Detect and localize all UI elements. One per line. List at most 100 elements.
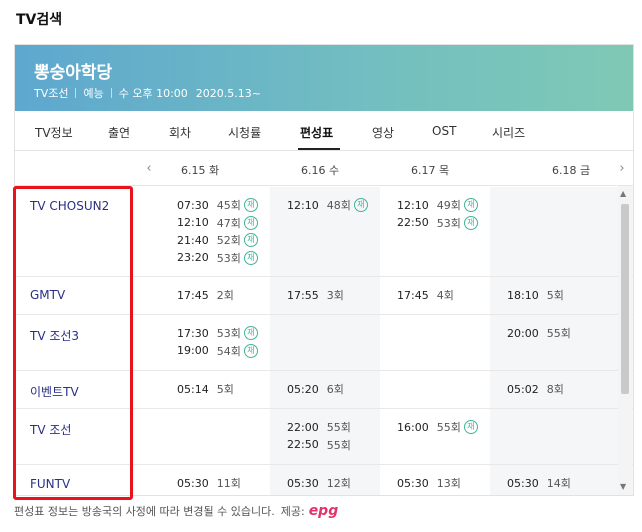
channel-cell: FUNTV	[15, 465, 132, 495]
airing-entry[interactable]: 12:10 47회 재	[177, 215, 258, 231]
program-banner: 뽕숭아학당 TV조선 예능 수 오후 10:00 2020.5.13~	[15, 45, 633, 111]
scroll-down-icon[interactable]: ▼	[620, 482, 626, 491]
channel-cell: 이벤트TV	[15, 371, 132, 408]
airing-time: 20:00	[507, 326, 539, 340]
airing-time: 21:40	[177, 233, 209, 247]
tab-item[interactable]: 영상	[372, 124, 394, 141]
schedule-scrollbar[interactable]: ▲ ▼	[618, 186, 632, 495]
channel-name-link[interactable]: 이벤트TV	[30, 383, 79, 400]
rerun-badge-icon: 재	[463, 198, 478, 212]
airing-entry[interactable]: 05:14 5회	[177, 381, 234, 397]
airing-time: 16:00	[397, 420, 429, 434]
channel-name-link[interactable]: FUNTV	[30, 477, 70, 491]
airing-entry[interactable]: 17:55 3회	[287, 287, 344, 303]
airing-entry[interactable]: 19:00 54회 재	[177, 343, 258, 359]
airing-entry[interactable]: 17:30 53회 재	[177, 325, 258, 341]
program-title[interactable]: 뽕숭아학당	[34, 58, 112, 83]
tab-item[interactable]: 편성표	[300, 124, 333, 141]
date-column-header: 6.17 목	[411, 164, 450, 177]
airing-entry[interactable]: 16:00 55회 재	[397, 419, 478, 435]
airing-entry[interactable]: 12:10 48회 재	[287, 197, 368, 213]
day-cell: 18:10 5회	[490, 277, 633, 314]
schedule-row: 17:45 2회 17:55 3회 17:45 4회 18:10 5회 GMTV	[15, 277, 633, 315]
day-cell: 05:20 6회	[270, 371, 380, 408]
airing-entry[interactable]: 22:50 53회 재	[397, 215, 478, 231]
program-card: 뽕숭아학당 TV조선 예능 수 오후 10:00 2020.5.13~ TV정보…	[14, 44, 634, 496]
rerun-badge-icon: 재	[353, 198, 368, 212]
airing-time: 05:30	[177, 476, 209, 490]
channel-name-link[interactable]: GMTV	[30, 288, 65, 302]
airing-time: 05:02	[507, 382, 539, 396]
airing-time: 12:10	[177, 216, 209, 229]
channel-cell: TV 조선3	[15, 315, 132, 370]
episode-number: 55회	[326, 438, 351, 452]
channel-cell: TV CHOSUN2	[15, 187, 132, 276]
airing-entry[interactable]: 12:10 49회 재	[397, 197, 478, 213]
episode-number: 5회	[216, 383, 234, 396]
episode-number: 55회	[326, 421, 351, 434]
day-cell: 22:00 55회 22:50 55회	[270, 409, 380, 464]
channel-name-link[interactable]: TV 조선3	[30, 327, 79, 344]
episode-number: 8회	[546, 383, 564, 396]
day-cell	[490, 187, 633, 276]
date-navigation: ‹ 6.15 화 6.16 수 6.17 목 6.18 금 ›	[15, 152, 633, 186]
day-cell	[380, 315, 490, 370]
airing-time: 07:30	[177, 198, 209, 212]
day-cell: 17:55 3회	[270, 277, 380, 314]
day-cell: 05:30 14회	[490, 465, 633, 495]
rerun-badge-icon: 재	[243, 250, 258, 265]
day-cell: 17:45 4회	[380, 277, 490, 314]
day-cell: 05:02 8회	[490, 371, 633, 408]
schedule-row: 05:14 5회 05:20 6회 05:02 8회 이벤트TV	[15, 371, 633, 409]
day-cell	[490, 409, 633, 464]
airing-entry[interactable]: 20:00 55회	[507, 325, 571, 341]
day-cell: 07:30 45회재 12:10 47회 재 21:40 52회 재 23:20 53회 재	[132, 187, 270, 276]
tab-item[interactable]: 시청률	[228, 124, 261, 141]
tab-item[interactable]: 시리즈	[492, 124, 525, 141]
airing-entry[interactable]: 05:30 11회	[177, 475, 241, 491]
episode-number: 53회	[436, 216, 461, 230]
day-cell: 17:30 53회 재 19:00 54회 재	[132, 315, 270, 370]
airing-entry[interactable]: 05:30 12회	[287, 475, 351, 491]
channel-name-link[interactable]: TV CHOSUN2	[30, 199, 109, 213]
airing-entry[interactable]: 23:20 53회 재	[177, 250, 258, 266]
airing-time: 18:10	[507, 288, 539, 302]
tab-item[interactable]: OST	[432, 124, 456, 138]
day-cell	[132, 409, 270, 464]
scrollbar-thumb[interactable]	[621, 204, 629, 394]
airing-entry[interactable]: 22:00 55회	[287, 419, 351, 435]
prev-date-button[interactable]: ‹	[136, 152, 162, 186]
airing-entry[interactable]: 05:02 8회	[507, 381, 564, 397]
airing-entry[interactable]: 17:45 2회	[177, 287, 234, 303]
rerun-badge-icon: 재	[243, 343, 258, 358]
day-cell: 12:10 49회 재 22:50 53회 재	[380, 187, 490, 276]
tab-item[interactable]: 회차	[169, 124, 191, 141]
airing-entry[interactable]: 17:45 4회	[397, 287, 454, 303]
airing-entry[interactable]: 07:30 45회 재	[177, 197, 258, 213]
rerun-badge-icon: 재	[463, 420, 478, 434]
day-cell: 17:45 2회	[132, 277, 270, 314]
program-start-date: 2020.5.13~	[195, 86, 261, 100]
airing-entry[interactable]: 05:20 6회	[287, 381, 344, 397]
schedule-row: 05:30 11회 05:30 12회 05:30 13회 05:30 14회 FUNTV	[15, 465, 633, 495]
next-date-button[interactable]: ›	[609, 152, 633, 186]
date-column-header: 6.16 수	[301, 164, 340, 177]
program-channel[interactable]: TV조선	[34, 85, 68, 101]
airing-entry[interactable]: 18:10 5회	[507, 287, 564, 303]
episode-number: 55회	[546, 327, 571, 340]
airing-entry[interactable]: 05:30 13회	[397, 475, 461, 491]
episode-number: 53회	[216, 251, 241, 265]
airing-time: 12:10	[287, 198, 319, 212]
date-column-header: 6.15 화	[181, 164, 220, 177]
day-cell	[380, 371, 490, 408]
airing-time: 05:30	[507, 476, 539, 490]
schedule-row: 17:30 53회 재 19:00 54회 재 20:00 55회 TV 조선3	[15, 315, 633, 371]
scroll-up-icon[interactable]: ▲	[620, 189, 626, 198]
airing-entry[interactable]: 22:50 55회	[287, 437, 351, 453]
airing-entry[interactable]: 05:30 14회	[507, 475, 571, 491]
channel-name-link[interactable]: TV 조선	[30, 421, 71, 438]
tab-item[interactable]: 출연	[108, 124, 130, 141]
episode-number: 45회	[216, 199, 241, 212]
airing-entry[interactable]: 21:40 52회 재	[177, 232, 258, 248]
tab-item[interactable]: TV정보	[35, 124, 73, 141]
